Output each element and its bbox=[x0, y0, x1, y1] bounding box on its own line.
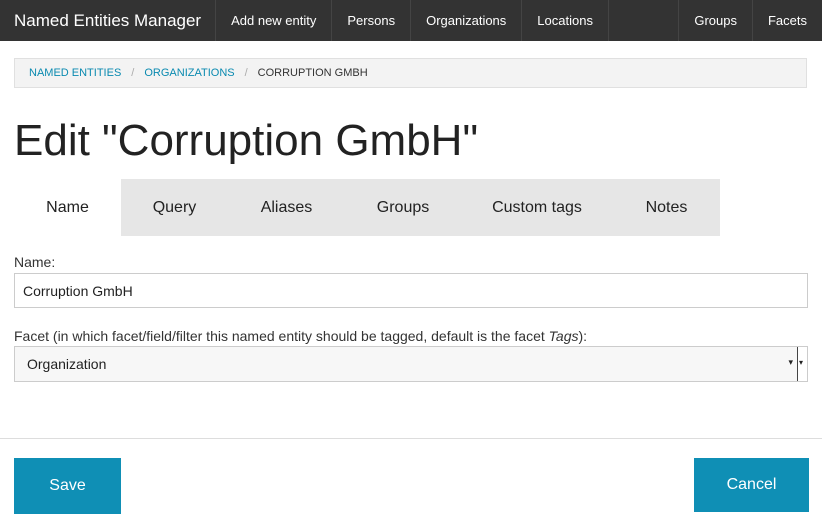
breadcrumb: NAMED ENTITIES / ORGANIZATIONS / CORRUPT… bbox=[14, 58, 807, 88]
tab-bar: Name Query Aliases Groups Custom tags No… bbox=[14, 179, 720, 236]
app-brand[interactable]: Named Entities Manager bbox=[0, 0, 217, 41]
form-divider bbox=[0, 438, 822, 439]
breadcrumb-named-entities[interactable]: NAMED ENTITIES bbox=[29, 67, 121, 79]
save-button[interactable]: Save bbox=[14, 458, 121, 514]
tab-notes[interactable]: Notes bbox=[613, 179, 720, 236]
nav-organizations[interactable]: Organizations bbox=[411, 0, 523, 41]
name-label: Name: bbox=[14, 254, 56, 270]
select-scroll-handle[interactable]: ▾ bbox=[797, 347, 807, 381]
chevron-down-icon: ▾ bbox=[788, 357, 793, 367]
top-navbar: Named Entities Manager Add new entity Pe… bbox=[0, 0, 822, 41]
facet-select[interactable]: Organization ▾ ▾ bbox=[14, 346, 808, 382]
breadcrumb-organizations[interactable]: ORGANIZATIONS bbox=[144, 67, 234, 79]
nav-persons[interactable]: Persons bbox=[332, 0, 412, 41]
facet-select-value: Organization bbox=[27, 356, 107, 372]
facet-label-suffix: ): bbox=[578, 328, 588, 344]
page-title: Edit "Corruption GmbH" bbox=[14, 116, 479, 165]
breadcrumb-separator: / bbox=[131, 67, 135, 79]
chevron-down-icon: ▾ bbox=[799, 358, 804, 367]
nav-groups[interactable]: Groups bbox=[678, 0, 752, 41]
breadcrumb-separator: / bbox=[244, 67, 248, 79]
facet-label: Facet (in which facet/field/filter this … bbox=[14, 328, 587, 344]
name-input[interactable] bbox=[14, 273, 808, 308]
facet-label-tags: Tags bbox=[548, 328, 579, 344]
nav-right-group: Groups Facets bbox=[678, 0, 822, 41]
nav-locations[interactable]: Locations bbox=[522, 0, 609, 41]
tab-aliases[interactable]: Aliases bbox=[228, 179, 345, 236]
tab-groups[interactable]: Groups bbox=[345, 179, 461, 236]
tab-name[interactable]: Name bbox=[14, 179, 121, 236]
nav-add-new-entity[interactable]: Add new entity bbox=[216, 0, 333, 41]
facet-label-prefix: Facet (in which facet/field/filter this … bbox=[14, 328, 549, 344]
nav-facets[interactable]: Facets bbox=[751, 0, 822, 41]
breadcrumb-current: CORRUPTION GMBH bbox=[257, 67, 368, 79]
cancel-button[interactable]: Cancel bbox=[694, 458, 809, 512]
tab-query[interactable]: Query bbox=[121, 179, 228, 236]
tab-custom-tags[interactable]: Custom tags bbox=[461, 179, 613, 236]
